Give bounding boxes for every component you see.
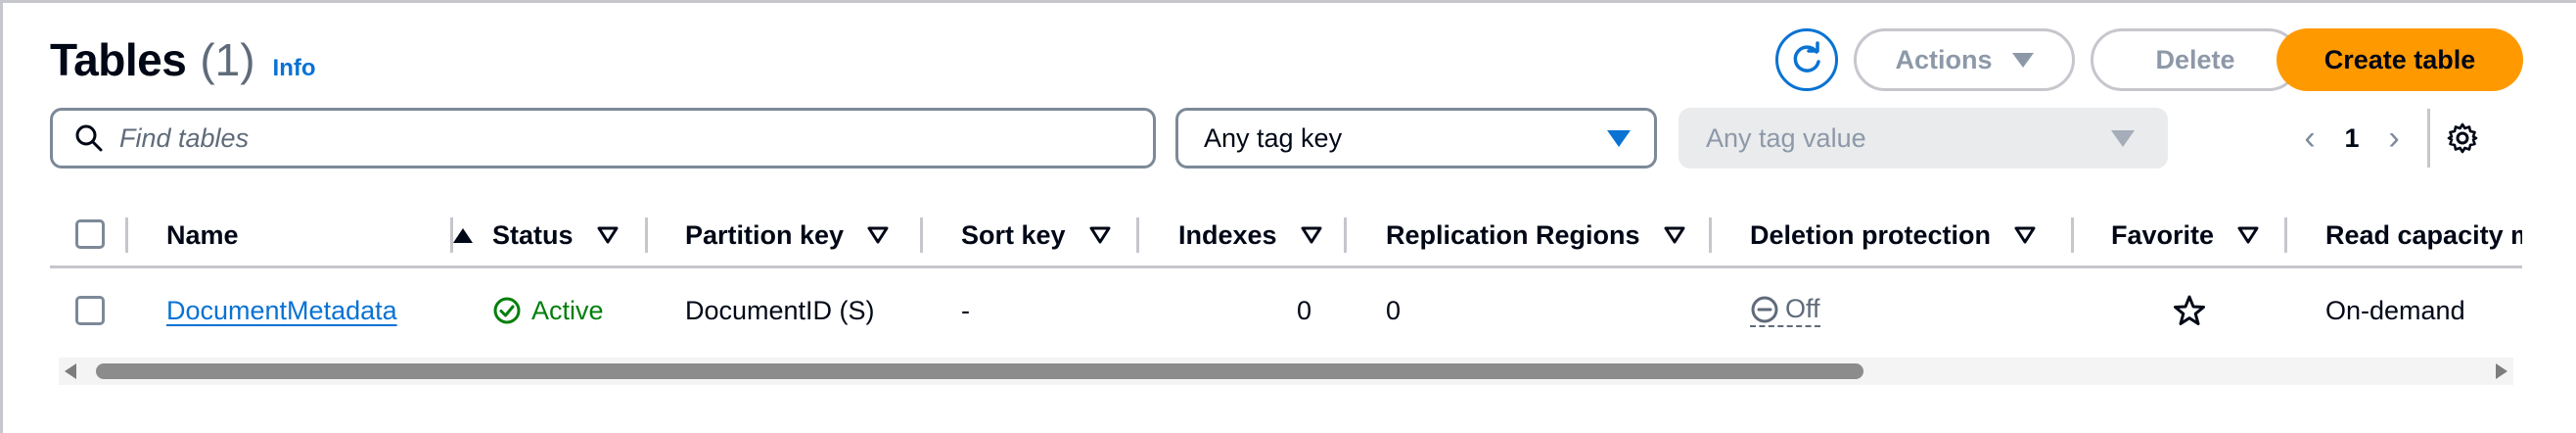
actions-label: Actions	[1895, 44, 1993, 74]
deletion-protection-text: Off	[1785, 294, 1820, 323]
search-input[interactable]	[119, 122, 1098, 154]
search-field[interactable]	[50, 108, 1156, 168]
column-divider	[2071, 217, 2074, 253]
actions-button[interactable]: Actions	[1854, 28, 2075, 91]
indexes-cell: 0	[1296, 295, 1311, 325]
sort-ascending-icon[interactable]	[453, 227, 473, 243]
pagination: ‹ 1 ›	[2290, 109, 2479, 168]
column-label: Status	[492, 219, 574, 250]
read-capacity-cell: On-demand	[2325, 295, 2465, 325]
column-divider	[1136, 217, 1139, 253]
refresh-button[interactable]	[1775, 28, 1838, 91]
column-label: Favorite	[2111, 219, 2215, 250]
caret-down-icon	[2011, 52, 2034, 68]
deletion-protection-cell: Off	[1750, 271, 1820, 350]
filter-icon[interactable]	[2237, 226, 2259, 244]
filter-icon[interactable]	[867, 226, 889, 244]
column-header-replication-regions[interactable]: Replication Regions	[1386, 204, 1685, 266]
pager-divider	[2427, 109, 2430, 168]
tag-key-select[interactable]: Any tag key	[1175, 108, 1657, 168]
status-cell: Active	[492, 271, 604, 350]
column-label: Sort key	[961, 219, 1066, 250]
row-checkbox[interactable]	[75, 296, 105, 325]
column-label: Indexes	[1178, 219, 1277, 250]
filter-icon[interactable]	[1089, 226, 1111, 244]
filter-icon[interactable]	[597, 226, 619, 244]
caret-down-icon	[2111, 129, 2135, 147]
create-table-label: Create table	[2323, 44, 2476, 74]
column-header-status[interactable]: Status	[492, 204, 619, 266]
table-count: (1)	[200, 34, 255, 85]
table-header: Name Status Partition key Sort key Index…	[50, 204, 2522, 268]
search-icon	[75, 124, 103, 152]
column-label: Deletion protection	[1750, 219, 1992, 250]
page-header: Tables (1) Info	[50, 33, 316, 86]
delete-button[interactable]: Delete	[2091, 28, 2300, 91]
column-header-deletion-protection[interactable]: Deletion protection	[1750, 204, 2036, 266]
refresh-icon	[1793, 41, 1820, 72]
horizontal-scrollbar[interactable]	[59, 358, 2513, 385]
scroll-left-arrow-icon[interactable]	[65, 363, 76, 379]
column-label: Replication Regions	[1386, 219, 1640, 250]
column-divider	[645, 217, 648, 253]
select-all-checkbox[interactable]	[75, 219, 105, 249]
scroll-right-arrow-icon[interactable]	[2496, 363, 2507, 379]
table-name-link[interactable]: DocumentMetadata	[166, 296, 397, 326]
column-label: Read capacity m	[2325, 219, 2522, 250]
tag-value-value: Any tag value	[1706, 122, 1866, 153]
status-text: Active	[531, 295, 604, 325]
column-header-sort-key[interactable]: Sort key	[961, 204, 1111, 266]
deletion-protection-value[interactable]: Off	[1750, 294, 1820, 327]
caret-down-icon	[1607, 129, 1631, 147]
create-table-button[interactable]: Create table	[2277, 28, 2523, 91]
column-divider	[920, 217, 923, 253]
column-divider	[2284, 217, 2287, 253]
column-divider	[1709, 217, 1712, 253]
check-circle-icon	[493, 297, 521, 324]
filter-icon[interactable]	[1301, 226, 1322, 244]
sort-key-cell: -	[961, 295, 970, 325]
star-icon[interactable]	[2173, 294, 2206, 327]
minus-circle-icon	[1751, 296, 1778, 322]
column-divider	[1344, 217, 1347, 253]
tag-key-value: Any tag key	[1204, 122, 1343, 153]
tag-value-select: Any tag value	[1679, 108, 2168, 168]
partition-key-cell: DocumentID (S)	[685, 295, 875, 325]
scrollbar-thumb[interactable]	[96, 363, 1863, 379]
column-label: Partition key	[685, 219, 845, 250]
column-header-favorite[interactable]: Favorite	[2111, 204, 2259, 266]
column-header-name[interactable]: Name	[166, 204, 499, 266]
filter-icon[interactable]	[2014, 226, 2036, 244]
chevron-left-icon[interactable]: ‹	[2290, 120, 2329, 158]
chevron-right-icon[interactable]: ›	[2374, 120, 2414, 158]
column-label: Name	[166, 219, 239, 250]
filter-icon[interactable]	[1664, 226, 1685, 244]
info-link[interactable]: Info	[273, 55, 316, 82]
column-header-partition-key[interactable]: Partition key	[685, 204, 889, 266]
column-divider	[125, 217, 128, 253]
delete-label: Delete	[2155, 44, 2235, 74]
table-row: DocumentMetadata Active DocumentID (S) -…	[50, 271, 2522, 350]
column-header-indexes[interactable]: Indexes	[1178, 204, 1322, 266]
page-title: Tables	[50, 34, 187, 85]
replication-regions-cell: 0	[1386, 295, 1402, 325]
gear-icon[interactable]	[2446, 121, 2479, 155]
column-divider	[450, 217, 453, 253]
page-number[interactable]: 1	[2329, 123, 2374, 154]
column-header-read-capacity[interactable]: Read capacity m	[2325, 204, 2522, 266]
